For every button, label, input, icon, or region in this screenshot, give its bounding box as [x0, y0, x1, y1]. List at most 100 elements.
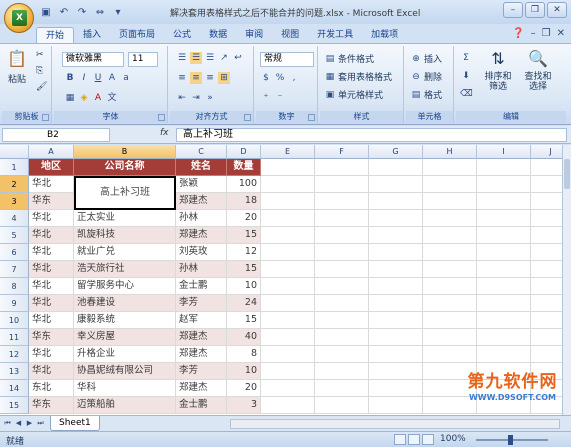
- table-header-cell[interactable]: 地区: [29, 159, 74, 176]
- row-header[interactable]: 11: [0, 329, 29, 346]
- increase-decimal-icon[interactable]: ⁺: [260, 92, 272, 104]
- empty-cell[interactable]: [261, 210, 315, 227]
- empty-cell[interactable]: [423, 210, 477, 227]
- fill-color-icon[interactable]: ◈: [78, 92, 90, 104]
- underline-icon[interactable]: U: [92, 72, 104, 84]
- table-cell[interactable]: 40: [227, 329, 261, 346]
- first-sheet-icon[interactable]: ⏮: [2, 418, 13, 429]
- paste-button[interactable]: 📋 粘贴: [6, 48, 28, 85]
- font-name-select[interactable]: 微软雅黑: [62, 52, 124, 67]
- table-header-cell[interactable]: 公司名称: [74, 159, 176, 176]
- table-cell[interactable]: 华北: [29, 261, 74, 278]
- empty-cell[interactable]: [315, 210, 369, 227]
- table-cell[interactable]: 留学服务中心: [74, 278, 176, 295]
- table-cell[interactable]: 金士鹏: [176, 278, 227, 295]
- empty-cell[interactable]: [531, 329, 562, 346]
- empty-cell[interactable]: [261, 193, 315, 210]
- office-button[interactable]: X: [4, 3, 34, 33]
- empty-cell[interactable]: [423, 278, 477, 295]
- ribbon-close-icon[interactable]: ✕: [557, 28, 565, 39]
- table-cell[interactable]: 10: [227, 363, 261, 380]
- empty-cell[interactable]: [369, 363, 423, 380]
- copy-icon[interactable]: ⎘: [36, 66, 43, 76]
- minimize-button[interactable]: –: [503, 2, 523, 18]
- tab-insert[interactable]: 插入: [74, 27, 110, 44]
- insert-function-icon[interactable]: fx: [160, 128, 169, 138]
- number-launcher-icon[interactable]: [308, 114, 315, 121]
- customize-qat-icon[interactable]: ▾: [110, 5, 126, 20]
- empty-cell[interactable]: [531, 210, 562, 227]
- table-cell[interactable]: 康毅系统: [74, 312, 176, 329]
- row-header[interactable]: 13: [0, 363, 29, 380]
- empty-cell[interactable]: [315, 278, 369, 295]
- table-cell[interactable]: 李芳: [176, 363, 227, 380]
- font-launcher-icon[interactable]: [158, 114, 165, 121]
- empty-cell[interactable]: [531, 159, 562, 176]
- restore-button[interactable]: ❐: [525, 2, 545, 18]
- align-center-icon[interactable]: ≡: [190, 72, 202, 84]
- table-cell[interactable]: 华北: [29, 227, 74, 244]
- empty-cell[interactable]: [369, 329, 423, 346]
- undo-icon[interactable]: ↶: [56, 5, 72, 20]
- increase-indent-icon[interactable]: ⇥: [190, 92, 202, 104]
- row-header[interactable]: 8: [0, 278, 29, 295]
- conditional-format-button[interactable]: ▤ 条件格式: [324, 52, 374, 66]
- empty-cell[interactable]: [423, 159, 477, 176]
- save-icon[interactable]: ▣: [38, 5, 54, 20]
- empty-cell[interactable]: [369, 227, 423, 244]
- empty-cell[interactable]: [261, 278, 315, 295]
- empty-cell[interactable]: [261, 312, 315, 329]
- table-cell[interactable]: 华北: [29, 346, 74, 363]
- table-cell[interactable]: 郑建杰: [176, 193, 227, 210]
- empty-cell[interactable]: [369, 312, 423, 329]
- table-cell[interactable]: 10: [227, 278, 261, 295]
- empty-cell[interactable]: [315, 295, 369, 312]
- table-cell[interactable]: 华科: [74, 380, 176, 397]
- empty-cell[interactable]: [261, 329, 315, 346]
- empty-cell[interactable]: [315, 193, 369, 210]
- font-color-icon[interactable]: A: [92, 92, 104, 104]
- row-header[interactable]: 4: [0, 210, 29, 227]
- text-direction-icon[interactable]: »: [204, 92, 216, 104]
- tab-data[interactable]: 数据: [200, 27, 236, 44]
- table-cell[interactable]: 迈策船舶: [74, 397, 176, 414]
- empty-cell[interactable]: [477, 193, 531, 210]
- sort-filter-button[interactable]: ⇅ 排序和 筛选: [480, 48, 516, 92]
- row-header[interactable]: 12: [0, 346, 29, 363]
- column-header[interactable]: D: [227, 145, 261, 159]
- percent-icon[interactable]: %: [274, 72, 286, 84]
- empty-cell[interactable]: [423, 244, 477, 261]
- empty-cell[interactable]: [369, 244, 423, 261]
- table-cell[interactable]: 正太实业: [74, 210, 176, 227]
- table-cell[interactable]: 15: [227, 227, 261, 244]
- table-cell[interactable]: 华北: [29, 295, 74, 312]
- empty-cell[interactable]: [315, 159, 369, 176]
- empty-cell[interactable]: [261, 261, 315, 278]
- tab-formulas[interactable]: 公式: [164, 27, 200, 44]
- table-cell[interactable]: 华北: [29, 312, 74, 329]
- number-format-select[interactable]: 常规: [260, 52, 314, 67]
- empty-cell[interactable]: [315, 346, 369, 363]
- table-cell[interactable]: 金士鹏: [176, 397, 227, 414]
- empty-cell[interactable]: [261, 176, 315, 193]
- row-header[interactable]: 10: [0, 312, 29, 329]
- page-layout-view-icon[interactable]: [408, 434, 420, 445]
- empty-cell[interactable]: [477, 244, 531, 261]
- empty-cell[interactable]: [531, 227, 562, 244]
- empty-cell[interactable]: [261, 363, 315, 380]
- table-cell[interactable]: 12: [227, 244, 261, 261]
- table-cell[interactable]: 100: [227, 176, 261, 193]
- empty-cell[interactable]: [261, 227, 315, 244]
- tab-addins[interactable]: 加载项: [362, 27, 407, 44]
- empty-cell[interactable]: [531, 346, 562, 363]
- tab-page-layout[interactable]: 页面布局: [110, 27, 164, 44]
- empty-cell[interactable]: [261, 295, 315, 312]
- empty-cell[interactable]: [261, 244, 315, 261]
- row-header[interactable]: 3: [0, 193, 29, 210]
- align-bottom-icon[interactable]: ☰: [204, 52, 216, 64]
- empty-cell[interactable]: [261, 346, 315, 363]
- table-cell[interactable]: 郑建杰: [176, 380, 227, 397]
- table-cell[interactable]: 华东: [29, 397, 74, 414]
- clipboard-launcher-icon[interactable]: [42, 114, 49, 121]
- empty-cell[interactable]: [477, 278, 531, 295]
